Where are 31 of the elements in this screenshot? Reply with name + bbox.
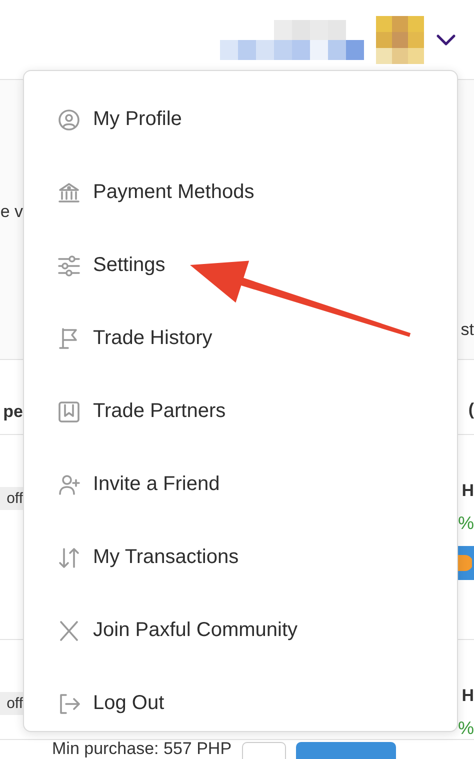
user-circle-icon	[58, 108, 80, 130]
menu-item[interactable]: Log Out	[93, 692, 164, 715]
x-icon	[58, 620, 80, 642]
partial-text: st	[460, 320, 474, 340]
menu-item[interactable]: Settings	[93, 254, 166, 277]
menu-item[interactable]: Invite a Friend	[93, 473, 220, 496]
partial-text: e v	[0, 202, 23, 222]
menu-item[interactable]: My Profile	[93, 108, 182, 131]
add-user-icon	[58, 474, 80, 496]
offer-tag: off	[0, 692, 23, 715]
sliders-icon	[58, 254, 80, 276]
chevron-down-icon[interactable]	[436, 34, 456, 46]
menu-item[interactable]: Trade History	[93, 327, 212, 350]
column-heading: pe	[2, 402, 23, 422]
menu-item[interactable]: Trade Partners	[93, 400, 226, 423]
avatar	[376, 16, 424, 64]
rate-text: %	[458, 513, 474, 534]
min-purchase-text: Min purchase: 557 PHP	[52, 740, 232, 758]
offer-tag: off	[0, 487, 23, 510]
price-text: H	[462, 686, 474, 706]
bank-icon	[58, 182, 80, 204]
menu-item[interactable]: My Transactions	[93, 546, 239, 569]
column-heading: (	[468, 400, 474, 420]
flag-icon	[58, 328, 80, 350]
bookmark-icon	[58, 400, 80, 422]
rate-text: %	[458, 718, 474, 739]
menu-item[interactable]: Join Paxful Community	[93, 619, 298, 642]
up-down-arrows-icon	[58, 546, 80, 568]
price-text: H	[462, 481, 474, 501]
menu-item[interactable]: Payment Methods	[93, 181, 254, 204]
logout-icon	[58, 692, 80, 714]
